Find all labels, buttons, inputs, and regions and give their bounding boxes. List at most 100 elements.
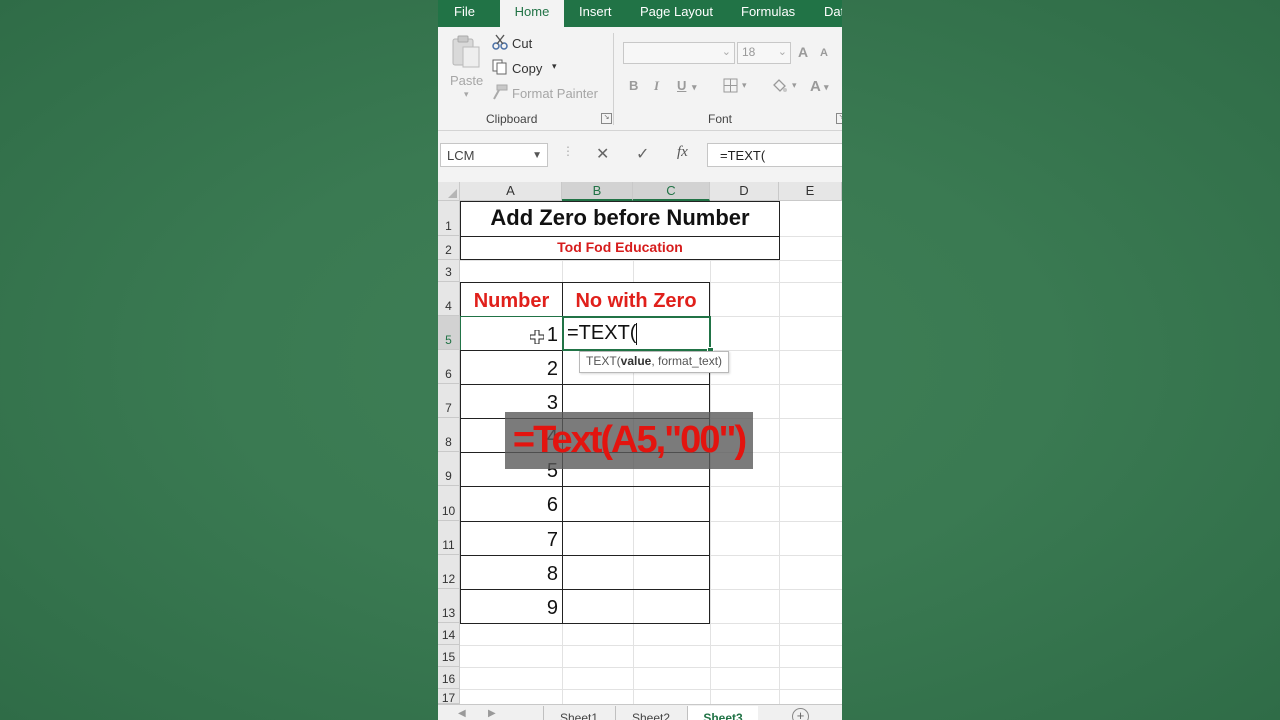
row-header[interactable]: 15 [438, 645, 460, 667]
cell-a6[interactable]: 2 [460, 350, 563, 385]
chevron-down-icon[interactable]: ▾ [824, 82, 829, 93]
row-header[interactable]: 13 [438, 589, 460, 623]
fill-color-button[interactable]: ▾ [771, 77, 803, 95]
formula-input[interactable]: =TEXT( [707, 143, 842, 167]
gridline [460, 260, 842, 261]
cancel-icon[interactable]: ✕ [596, 144, 609, 164]
row-header[interactable]: 2 [438, 236, 460, 260]
active-cell-b5[interactable]: =TEXT( [562, 316, 711, 351]
clipboard-launcher-icon[interactable]: ↘ [601, 113, 612, 124]
tab-insert[interactable]: Insert [579, 0, 612, 27]
row-header[interactable]: 9 [438, 452, 460, 486]
cell-a5[interactable]: 1 [460, 316, 563, 351]
tab-file[interactable]: File [454, 0, 475, 27]
cell-a13[interactable]: 9 [460, 589, 563, 624]
bold-button[interactable]: B [629, 78, 638, 93]
font-color-button[interactable]: A [810, 78, 821, 95]
copy-dropdown-icon[interactable]: ▾ [552, 61, 557, 72]
cell-a12[interactable]: 8 [460, 555, 563, 590]
copy-label: Copy [512, 61, 543, 76]
borders-button[interactable]: ▾ [723, 78, 755, 94]
sheet-tab-bar: ◀ ▶ Sheet1 Sheet2 Sheet3 + [438, 704, 842, 720]
column-header-e[interactable]: E [779, 182, 842, 201]
row-header[interactable]: 14 [438, 623, 460, 645]
font-size-value: 18 [742, 45, 756, 59]
font-launcher-icon[interactable]: ↘ [836, 113, 842, 124]
row-number: 6 [445, 367, 452, 381]
row-header[interactable]: 17 [438, 689, 460, 705]
row-number: 10 [441, 504, 456, 518]
cell-b10[interactable] [562, 486, 710, 522]
row-number: 14 [441, 628, 456, 642]
sheet-tab-sheet2[interactable]: Sheet2 [615, 706, 686, 720]
gridline [460, 689, 842, 690]
tooltip-current-argument: value [620, 354, 652, 368]
row-header[interactable]: 10 [438, 486, 460, 521]
row-number: 5 [445, 333, 452, 347]
active-cell-text: =TEXT( [567, 322, 637, 344]
cell-b11[interactable] [562, 521, 710, 556]
row-header-selected[interactable]: 5 [438, 316, 460, 350]
enter-icon[interactable]: ✓ [636, 144, 649, 164]
row-header[interactable]: 4 [438, 282, 460, 316]
sheet-tab-sheet3[interactable]: Sheet3 [687, 706, 758, 720]
scroll-left-icon[interactable]: ◀ [458, 708, 466, 719]
title-cell[interactable]: Add Zero before Number [460, 201, 780, 237]
row-header[interactable]: 6 [438, 350, 460, 384]
sheet-tab-sheet1[interactable]: Sheet1 [543, 706, 614, 720]
paste-icon [452, 35, 480, 68]
column-header-b[interactable]: B [562, 182, 633, 201]
tab-home[interactable]: Home [500, 0, 564, 27]
function-argument-tooltip[interactable]: TEXT(value, format_text) [579, 351, 730, 373]
row-number: 7 [445, 401, 452, 415]
row-header[interactable]: 3 [438, 260, 460, 282]
column-header-d[interactable]: D [710, 182, 779, 201]
insert-function-button[interactable]: fx [677, 144, 688, 161]
subtitle-cell[interactable]: Tod Fod Education [460, 236, 780, 260]
grow-font-button[interactable]: A [798, 44, 808, 60]
formula-overlay-banner: =Text(A5,"00") [505, 412, 753, 469]
row-number: 11 [442, 538, 455, 552]
row-number: 3 [445, 265, 452, 279]
row-header[interactable]: 8 [438, 418, 460, 452]
excel-window: File Home Insert Page Layout Formulas Da… [438, 0, 842, 720]
cell-b13[interactable] [562, 589, 710, 624]
add-sheet-icon[interactable]: + [792, 708, 809, 720]
drag-handle-icon[interactable]: ⋮ [562, 144, 574, 158]
underline-button[interactable]: U [677, 78, 686, 93]
column-header-a[interactable]: A [460, 182, 562, 201]
format-painter-button[interactable]: Format Painter [492, 83, 602, 103]
scroll-right-icon[interactable]: ▶ [488, 708, 496, 719]
header-number-cell[interactable]: Number [460, 282, 563, 317]
cell-a11[interactable]: 7 [460, 521, 563, 556]
cell-b12[interactable] [562, 555, 710, 590]
paste-button[interactable]: Paste ▾ [446, 33, 486, 103]
font-size-select[interactable]: 18 ⌄ [737, 42, 791, 64]
paint-bucket-icon [773, 79, 787, 92]
row-header[interactable]: 11 [438, 521, 460, 555]
row-header[interactable]: 12 [438, 555, 460, 589]
column-header-c[interactable]: C [633, 182, 710, 201]
select-all-button[interactable] [438, 182, 460, 201]
shrink-font-button[interactable]: A [820, 47, 828, 59]
copy-button[interactable]: Copy ▾ [492, 58, 572, 78]
tab-formulas[interactable]: Formulas [741, 0, 795, 27]
row-number: 2 [445, 243, 452, 257]
row-header[interactable]: 1 [438, 201, 460, 236]
italic-button[interactable]: I [654, 78, 659, 94]
ribbon-tab-bar: File Home Insert Page Layout Formulas Da… [438, 0, 842, 27]
row-header[interactable]: 7 [438, 384, 460, 418]
cell-cursor-icon [530, 330, 544, 344]
cell-a10[interactable]: 6 [460, 486, 563, 522]
chevron-down-icon[interactable]: ▾ [692, 82, 697, 93]
name-box[interactable]: LCM ▼ [440, 143, 548, 167]
row-header[interactable]: 16 [438, 667, 460, 689]
font-name-select[interactable]: ⌄ [623, 42, 735, 64]
header-zero-cell[interactable]: No with Zero [562, 282, 710, 317]
tab-data[interactable]: Dat [824, 0, 842, 27]
cut-button[interactable]: Cut [492, 33, 552, 53]
row-number: 4 [445, 299, 452, 313]
gridline [460, 645, 842, 646]
ribbon: Paste ▾ Cut Copy ▾ Format Painter Clipbo… [438, 27, 842, 131]
tab-page-layout[interactable]: Page Layout [640, 0, 713, 27]
